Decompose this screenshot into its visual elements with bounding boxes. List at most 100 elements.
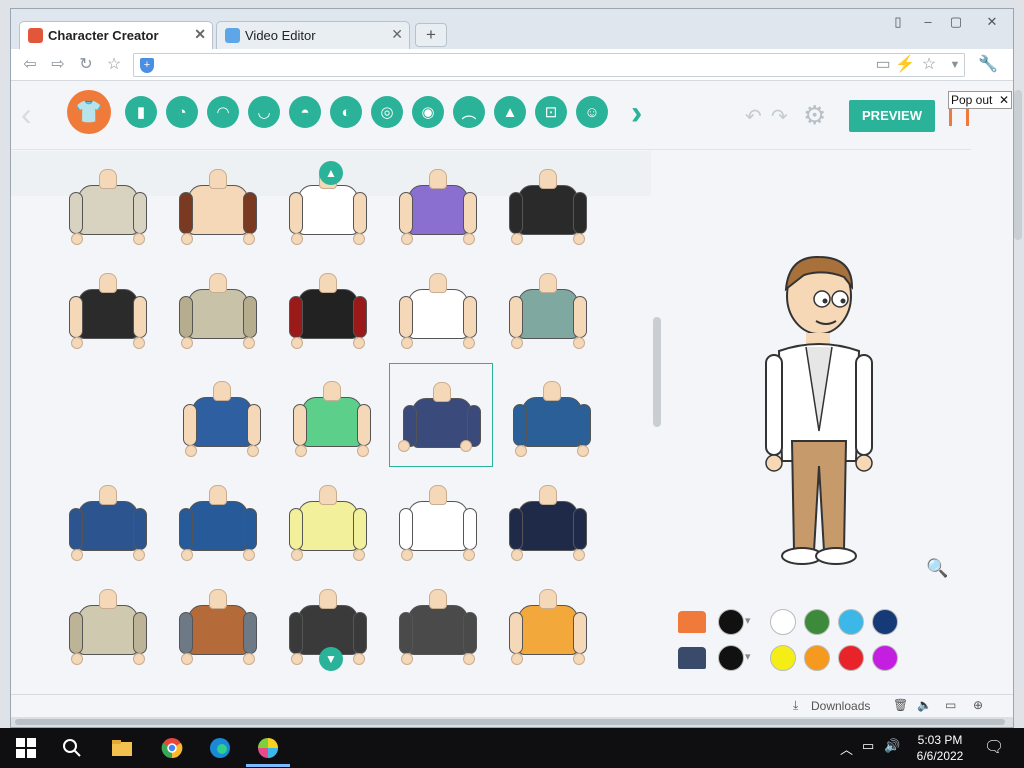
maximize-button[interactable]: ▢ (943, 13, 969, 31)
color-swatch[interactable] (770, 645, 796, 671)
screen-icon[interactable]: ▭ (872, 54, 894, 76)
close-tab-icon[interactable]: ✕ (194, 26, 206, 43)
close-tab-icon[interactable]: ✕ (391, 26, 403, 43)
neck-graphic (539, 273, 557, 293)
outfit-item[interactable] (503, 261, 593, 353)
volume-icon[interactable]: 🔊 (884, 738, 900, 754)
color-swatch[interactable] (770, 609, 796, 635)
notification-icon[interactable]: 🗨 (984, 737, 1004, 757)
close-icon[interactable]: ✕ (999, 92, 1009, 108)
back-icon[interactable]: ⇦ (19, 54, 41, 76)
scroll-up-button[interactable]: ▲ (319, 161, 343, 185)
prev-category-arrow-icon[interactable]: ‹ (21, 96, 32, 133)
minimize-button[interactable]: – (915, 13, 941, 31)
category-shirt-icon[interactable]: 👕 (67, 90, 111, 134)
tab-video-editor[interactable]: Video Editor ✕ (216, 21, 410, 49)
outfit-item[interactable] (63, 577, 153, 669)
category-mouth-icon[interactable]: ◓ (289, 96, 321, 128)
color-swatch[interactable] (838, 645, 864, 671)
undo-icon[interactable]: ↶ (745, 104, 762, 129)
category-eye-icon[interactable]: ◉ (412, 96, 444, 128)
neck-graphic (539, 589, 557, 609)
download-icon[interactable]: ⤓ (793, 698, 798, 713)
horizontal-scrollbar[interactable] (11, 717, 1013, 727)
outfit-item[interactable] (63, 157, 153, 249)
pop-out-tooltip[interactable]: Pop out ✕ (948, 91, 1012, 109)
color-swatch[interactable] (872, 645, 898, 671)
redo-icon[interactable]: ↷ (771, 104, 788, 129)
page-scrollbar[interactable] (1014, 90, 1022, 240)
downloads-label[interactable]: Downloads (811, 699, 870, 713)
tools-wrench-icon[interactable]: 🔧 (977, 54, 999, 76)
category-accessory-icon[interactable]: ☺ (576, 96, 608, 128)
color-swatch[interactable] (872, 609, 898, 635)
windows-start-icon[interactable] (14, 736, 38, 760)
gear-icon[interactable]: ⚙ (803, 100, 826, 131)
outfit-item[interactable] (283, 261, 373, 353)
next-category-arrow-icon[interactable]: › (631, 94, 642, 133)
shirt-graphic (399, 605, 477, 655)
outfit-item[interactable] (503, 157, 593, 249)
category-nose-icon[interactable]: ◎ (371, 96, 403, 128)
chevron-up-icon[interactable]: ︿ (840, 739, 853, 758)
reload-icon[interactable]: ↻ (75, 54, 97, 76)
outfit-item[interactable] (63, 473, 153, 565)
bookmark-icon[interactable]: ☆ (103, 54, 125, 76)
outfit-item[interactable] (503, 473, 593, 565)
color-swatch[interactable] (804, 645, 830, 671)
grid-scrollbar[interactable] (653, 317, 661, 427)
category-glasses-icon[interactable]: ⊡ (535, 96, 567, 128)
outfit-item[interactable] (173, 473, 263, 565)
outfit-item[interactable] (287, 369, 377, 461)
color-swatch[interactable] (804, 609, 830, 635)
category-pants-icon[interactable]: ▮ (125, 96, 157, 128)
search-icon[interactable] (60, 736, 84, 760)
category-ear-icon[interactable]: ◐ (330, 96, 362, 128)
category-eyebrow-icon[interactable]: ︵ (453, 96, 485, 128)
flash-icon[interactable]: ⚡ (894, 54, 916, 76)
color-swatch[interactable] (838, 609, 864, 635)
dropdown-icon[interactable]: ▼ (944, 54, 966, 76)
colorful-app-icon[interactable] (256, 736, 280, 760)
tab-character-creator[interactable]: Character Creator ✕ (19, 21, 213, 49)
favorite-star-icon[interactable]: ☆ (918, 54, 940, 76)
outfit-item[interactable] (173, 157, 263, 249)
color-swatch[interactable] (718, 645, 751, 671)
network-icon[interactable]: ▭ (862, 738, 874, 754)
outfit-item[interactable] (173, 261, 263, 353)
outfit-item[interactable] (283, 473, 373, 565)
zoom-icon[interactable]: 🔍 (926, 558, 948, 579)
video-editor-favicon (225, 28, 240, 43)
color-swatch[interactable] (718, 609, 751, 635)
new-tab-button[interactable]: + (415, 23, 447, 47)
file-explorer-icon[interactable] (110, 736, 134, 760)
outfit-item[interactable] (173, 577, 263, 669)
outfit-item[interactable] (63, 261, 153, 353)
clock[interactable]: 5:03 PM 6/6/2022 (910, 732, 970, 764)
outfit-item[interactable] (393, 577, 483, 669)
window-icon[interactable]: ▭ (945, 698, 956, 712)
outfit-item[interactable] (507, 369, 597, 461)
outfit-item[interactable] (177, 369, 267, 461)
edge-icon[interactable] (208, 736, 232, 760)
category-beard-icon[interactable]: ◡ (248, 96, 280, 128)
outfit-item[interactable] (393, 473, 483, 565)
category-face-icon[interactable]: ◔ (166, 96, 198, 128)
address-bar[interactable]: + ▭ ⚡ ☆ ▼ (133, 53, 965, 77)
shirt-tray-icon[interactable]: ▯ (885, 13, 911, 31)
trash-icon[interactable]: 🗑 (893, 698, 908, 712)
preview-button[interactable]: PREVIEW (849, 100, 935, 132)
scroll-down-button[interactable]: ▼ (319, 647, 343, 671)
forward-icon[interactable]: ⇨ (47, 54, 69, 76)
zoom-control-icon[interactable]: ⊕ (973, 698, 983, 712)
close-window-button[interactable]: ✕ (979, 13, 1005, 31)
category-hair-icon[interactable]: ◠ (207, 96, 239, 128)
outfit-item[interactable] (503, 577, 593, 669)
outfit-item[interactable] (393, 261, 483, 353)
category-body-icon[interactable]: ▲ (494, 96, 526, 128)
outfit-item[interactable] (393, 157, 483, 249)
volume-icon[interactable]: 🔈 (917, 698, 932, 712)
scroll-thumb[interactable] (15, 719, 1005, 725)
chrome-icon[interactable] (160, 736, 184, 760)
outfit-item[interactable] (389, 363, 493, 467)
